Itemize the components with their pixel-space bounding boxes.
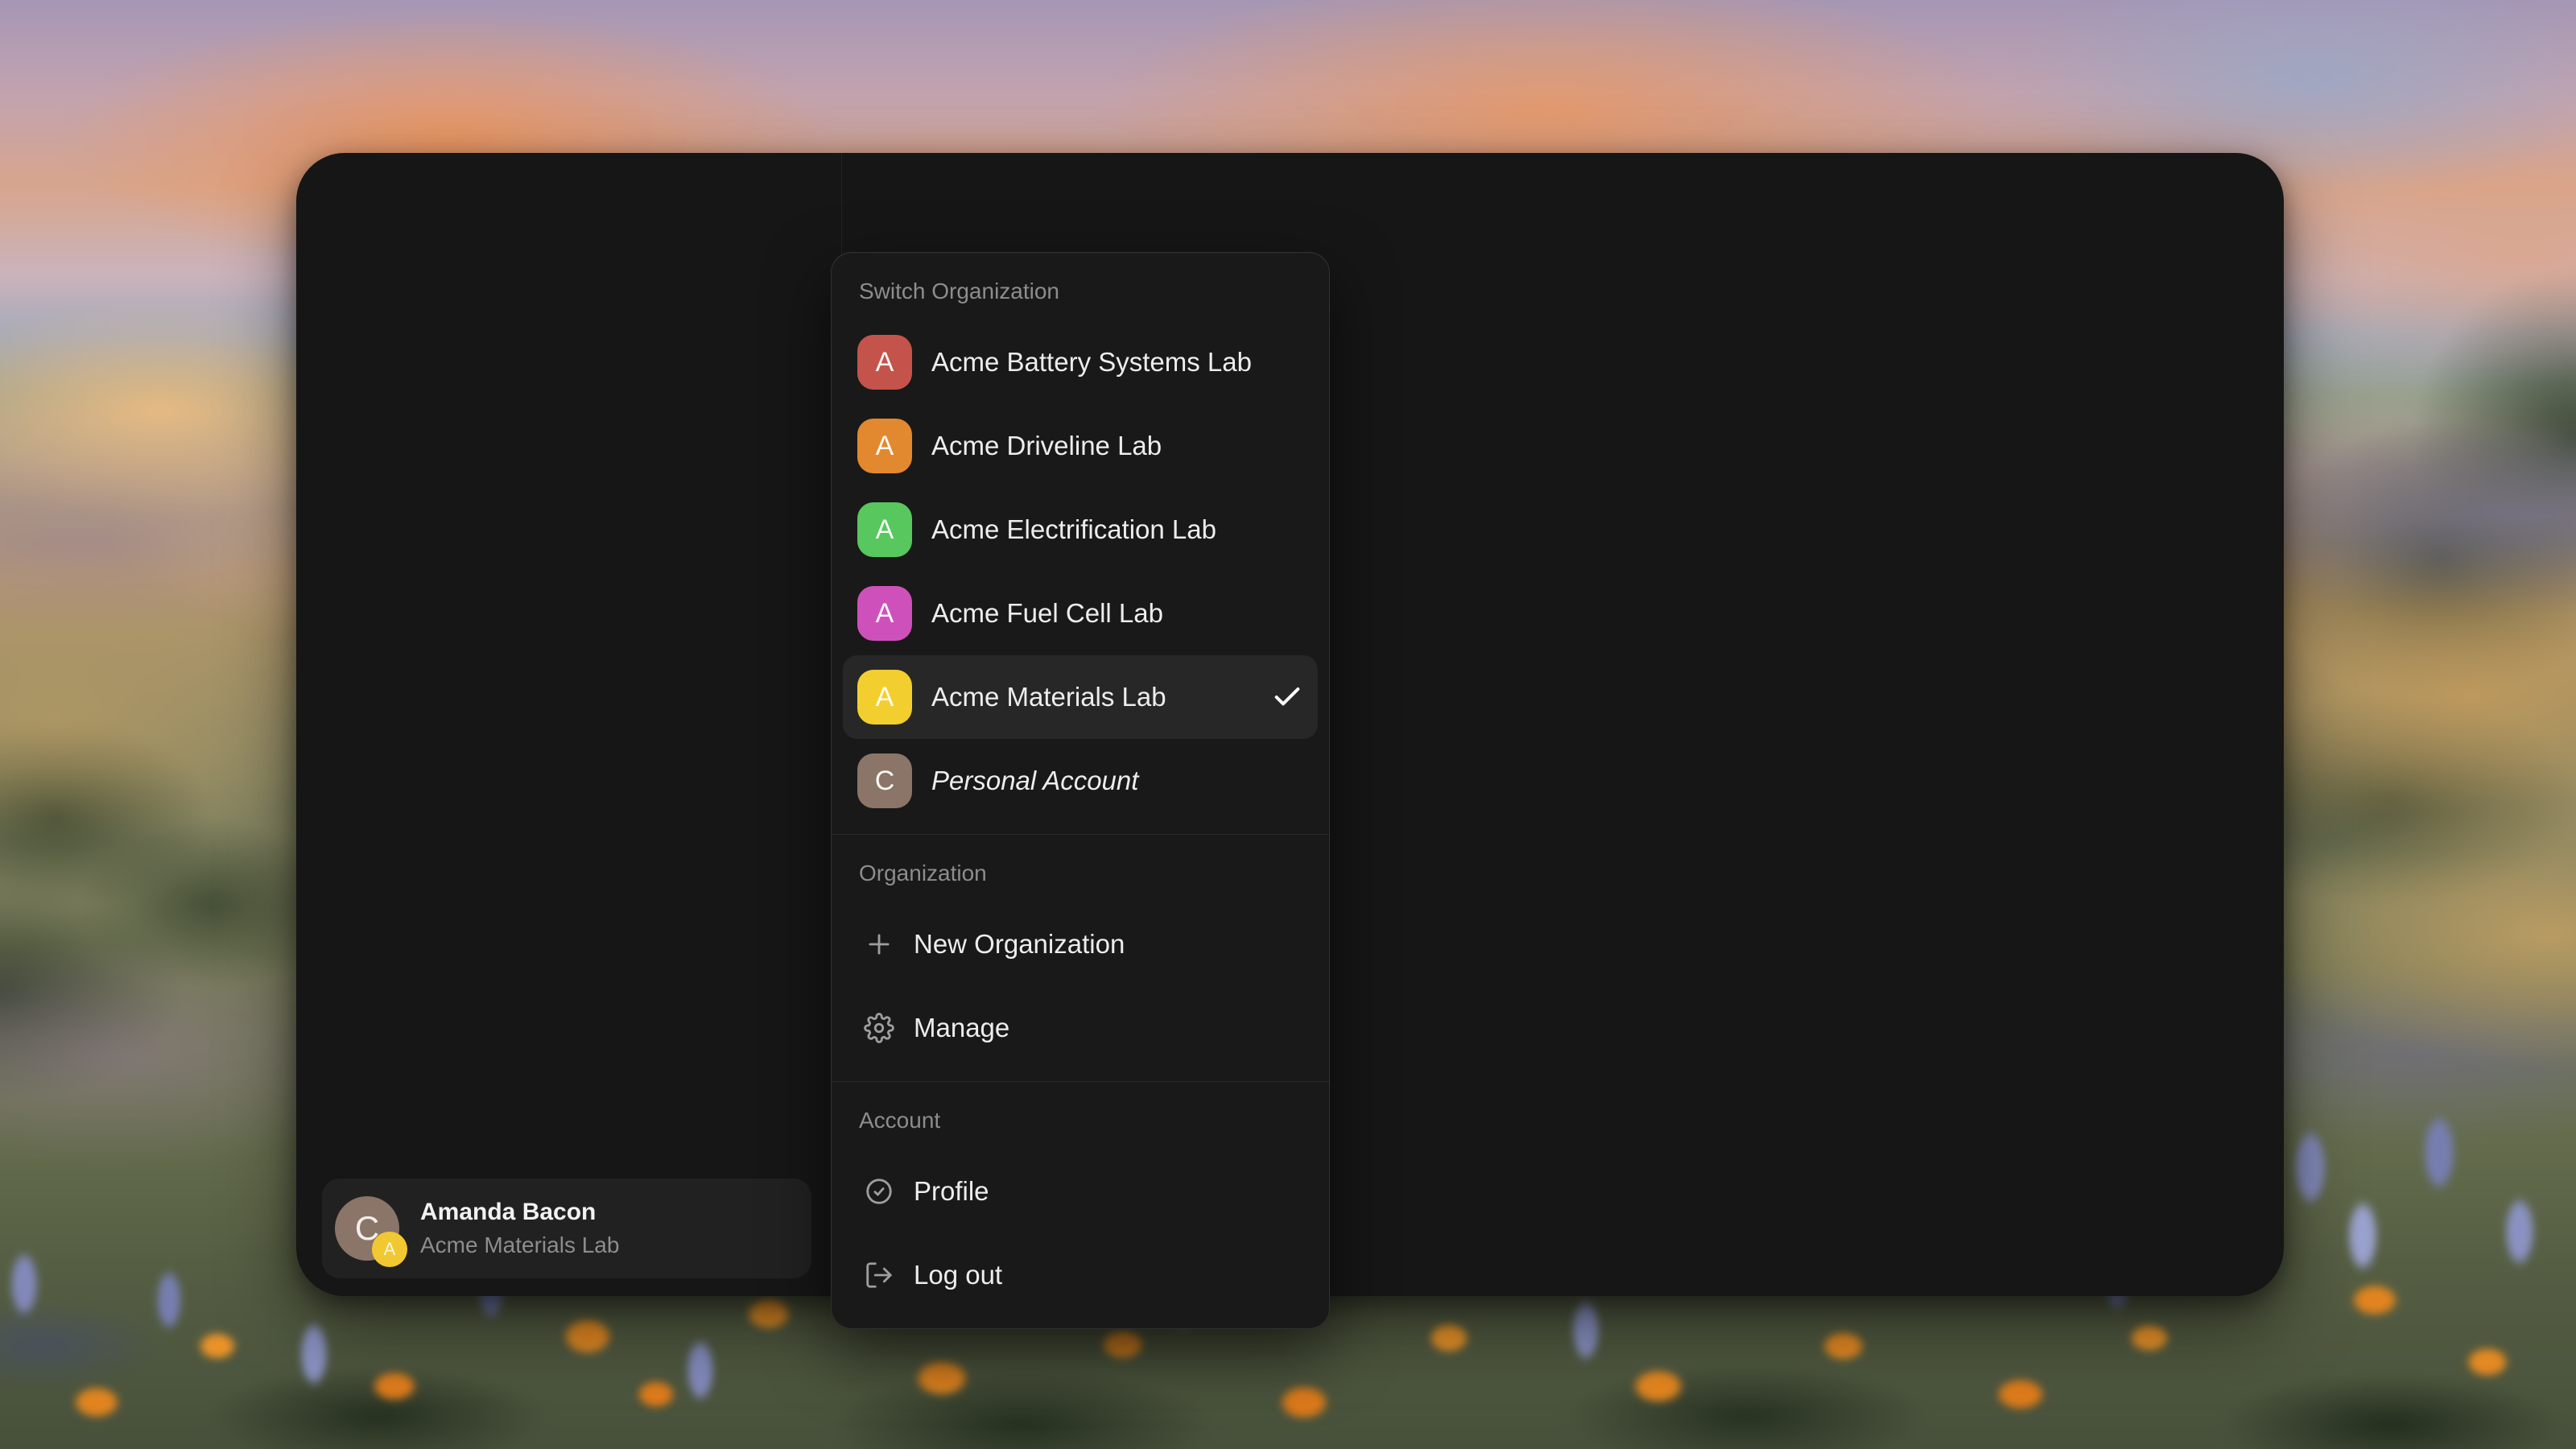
menu-item-label: Manage [914,1013,1009,1043]
menu-item-label: Personal Account [931,766,1138,796]
menu-item-label: Acme Electrification Lab [931,514,1216,545]
menu-item-manage[interactable]: Manage [843,986,1318,1070]
section-header: Organization [843,848,1318,902]
app-window: C A Amanda Bacon Acme Materials Lab Swit… [296,153,2284,1296]
menu-item-acme-electrification-lab[interactable]: A Acme Electrification Lab [843,488,1318,572]
section-header: Switch Organization [843,266,1318,320]
user-name: Amanda Bacon [420,1199,619,1226]
org-badge-letter: A [384,1239,396,1260]
org-avatar: A [857,335,912,390]
org-avatar-letter: A [876,514,894,546]
menu-item-label: Acme Driveline Lab [931,431,1162,461]
org-avatar-letter: A [876,431,894,462]
user-current-org: Acme Materials Lab [420,1232,619,1258]
menu-item-label: Acme Battery Systems Lab [931,347,1252,378]
section-organization: Organization New Organization Manage [832,835,1329,1082]
section-switch-organization: Switch Organization A Acme Battery Syste… [832,253,1329,835]
org-avatar: A [857,502,912,557]
menu-item-label: Acme Fuel Cell Lab [931,598,1163,629]
org-avatar: A [857,586,912,641]
org-avatar: C [857,753,912,808]
user-avatar: C A [335,1196,399,1261]
org-avatar: A [857,419,912,473]
menu-item-personal-account[interactable]: C Personal Account [843,739,1318,823]
log-out-icon [864,1260,894,1290]
menu-item-acme-driveline-lab[interactable]: A Acme Driveline Lab [843,404,1318,488]
section-header: Account [843,1095,1318,1150]
menu-item-label: Log out [914,1260,1002,1290]
organization-menu: Switch Organization A Acme Battery Syste… [831,252,1330,1329]
menu-item-profile[interactable]: Profile [843,1150,1318,1233]
org-avatar-letter: A [876,682,894,713]
org-avatar-letter: C [875,766,895,797]
org-avatar-letter: A [876,347,894,378]
menu-item-acme-fuel-cell-lab[interactable]: A Acme Fuel Cell Lab [843,572,1318,655]
badge-check-icon [864,1176,894,1207]
menu-item-label: New Organization [914,929,1125,960]
plus-icon [864,929,894,960]
org-avatar: A [857,670,912,724]
gear-icon [864,1013,894,1043]
menu-item-acme-materials-lab[interactable]: A Acme Materials Lab [843,655,1318,739]
selected-check-icon [1271,681,1303,713]
menu-item-label: Profile [914,1176,989,1207]
menu-item-label: Acme Materials Lab [931,682,1166,712]
section-account: Account Profile Log out [832,1082,1329,1328]
menu-item-log-out[interactable]: Log out [843,1233,1318,1317]
org-badge: A [372,1232,407,1267]
menu-item-acme-battery-systems-lab[interactable]: A Acme Battery Systems Lab [843,320,1318,404]
org-avatar-letter: A [876,598,894,630]
menu-item-new-organization[interactable]: New Organization [843,902,1318,986]
user-menu-trigger[interactable]: C A Amanda Bacon Acme Materials Lab [322,1179,811,1278]
user-info: Amanda Bacon Acme Materials Lab [420,1199,619,1258]
